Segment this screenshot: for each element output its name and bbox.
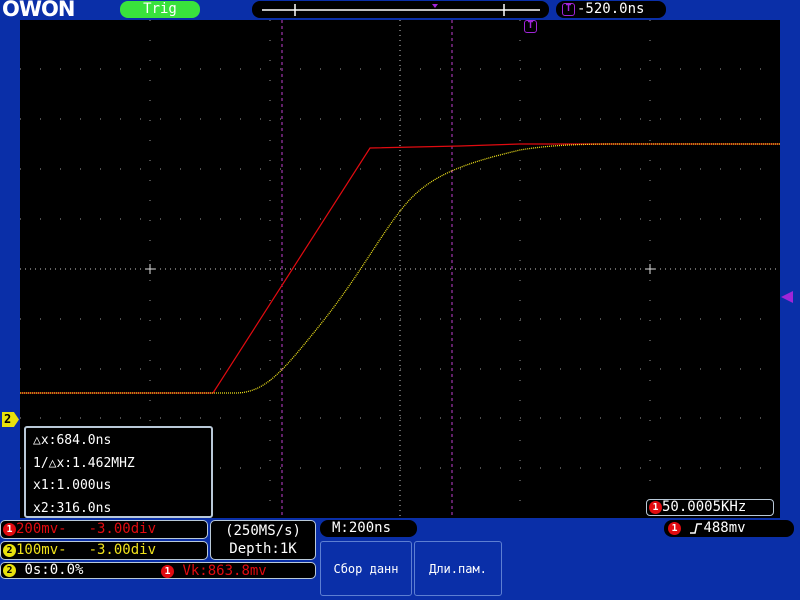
vk-value: Vk:863.8mv <box>182 563 267 579</box>
channel-1-settings[interactable]: 1 200mv- -3.00div <box>0 520 208 539</box>
channel-1-badge: 1 <box>3 522 16 536</box>
timebase-readout[interactable]: M:200ns <box>320 520 417 537</box>
cursor-x2: x2:316.0ns <box>33 500 112 516</box>
channel-1-offset: -3.00div <box>88 521 157 537</box>
rising-edge-icon <box>690 522 703 534</box>
memory-position-graphic <box>262 4 540 16</box>
channel-2-settings[interactable]: 2 100mv- -3.00div <box>0 541 208 560</box>
menu-empty-slot <box>504 541 800 596</box>
menu-record-length-button[interactable]: Дли.пам. <box>414 541 502 596</box>
soft-menu: Сбор данн Дли.пам. <box>320 540 800 600</box>
memory-depth: Depth:1K <box>229 541 297 557</box>
frequency-value: 50.0005KHz <box>662 499 747 515</box>
cursor-x1: x1:1.000us <box>33 478 112 493</box>
trigger-time-icon: T <box>562 3 575 16</box>
menu-acquire-button[interactable]: Сбор данн <box>320 541 412 596</box>
channel-2-badge: 2 <box>3 563 16 577</box>
frequency-counter: 1 50.0005KHz <box>646 499 774 516</box>
memory-position-bar[interactable] <box>252 1 549 18</box>
channel-1-badge: 1 <box>649 500 662 514</box>
cursor-delta-x: △x:684.0ns <box>33 433 112 448</box>
trigger-level-marker[interactable] <box>781 291 793 303</box>
cursor-inverse-delta-x: 1/△x:1.462MHZ <box>33 455 135 471</box>
trigger-position-value: -520.0ns <box>577 1 645 17</box>
trigger-position-readout[interactable]: T -520.0ns <box>556 1 666 18</box>
channel-2-scale: 100mv- <box>16 542 67 558</box>
status-row: 2 0s:0.0% 1 Vk:863.8mv <box>0 562 316 579</box>
top-bar: OWON Trig T -520.0ns <box>0 0 800 20</box>
status-text: 0s:0.0% <box>24 562 84 578</box>
channel-1-scale: 200mv- <box>16 521 67 537</box>
channel-2-offset: -3.00div <box>88 542 157 558</box>
channel-1-badge: 1 <box>668 521 681 535</box>
trigger-level-value: 488mv <box>703 520 746 536</box>
cursor-measurement-panel: △x:684.0ns 1/△x:1.462MHZ x1:1.000us x2:3… <box>24 426 213 518</box>
channel-2-marker[interactable]: 2 <box>2 412 19 427</box>
trigger-level-readout[interactable]: 1 488mv <box>664 520 794 537</box>
channel-2-badge: 2 <box>3 543 16 557</box>
channel-1-badge: 1 <box>161 564 174 578</box>
sample-rate: (250MS/s) <box>225 523 301 539</box>
acquisition-info: (250MS/s) Depth:1K <box>210 520 316 560</box>
trigger-time-marker-icon[interactable]: T <box>524 20 537 33</box>
brand-logo: OWON <box>2 0 75 21</box>
trigger-status: Trig <box>120 1 200 18</box>
